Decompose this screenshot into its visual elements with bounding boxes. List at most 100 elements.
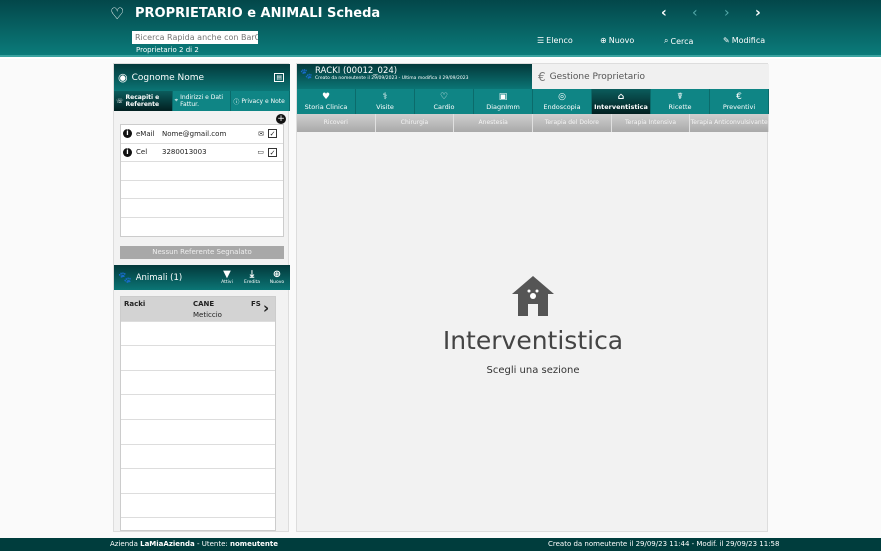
tab-interventistica[interactable]: ⌂ Interventistica [592,89,651,114]
check-icon[interactable]: ✓ [268,147,277,157]
app-header: ♡ PROPRIETARIO e ANIMALI Scheda Propriet… [0,0,881,57]
owner-tabs: ☏ Recapiti e Referente ⌖ Indirizzi e Dati … [114,91,291,111]
owner-name: Cognome Nome [131,72,205,83]
pet-subtitle: Creato da nomeutente il 29/09/2023 - Ult… [315,76,469,81]
subtab-chirurgia[interactable]: Chirurgia [376,114,455,132]
list-icon: ☰ [537,36,545,45]
elenco-button[interactable]: ☰ Elenco [537,36,573,45]
empty-row [121,395,275,420]
modifica-button[interactable]: ✎ Modifica [723,36,765,45]
tab-privacy[interactable]: ⓘ Privacy e Note [231,91,291,111]
last-record-icon[interactable]: › [755,5,761,21]
subtab-terapia-anticonvulsivante[interactable]: Terapia Anticonvulsivante [690,114,770,132]
euro-icon: € [736,92,742,102]
pet-header: 🐾 RACKI (00012_024) Creato da nomeutente… [297,64,532,89]
empty-row [121,494,275,519]
nuovo-button[interactable]: ⊕ Nuovo [600,36,634,45]
home-icon: ⌂ [617,92,625,102]
animal-row[interactable]: Racki CANE FS Meticcio › [121,297,275,322]
record-count: Proprietario 2 di 2 [136,46,199,54]
owner-panel: ◉ Cognome Nome ▤ ☏ Recapiti e Referente ⌖… [113,63,291,532]
tab-endoscopia[interactable]: ◎ Endoscopia [533,89,592,114]
sub-tabs: Ricoveri Chirurgia Anestesia Terapia del… [297,114,770,132]
contacts-list: i eMail Nome@gmail.com ✉ ✓ i Cel 3280013003 ▭ ✓ [120,124,284,237]
info-icon: ⓘ [233,98,240,106]
contact-row[interactable]: i Cel 3280013003 ▭ ✓ [121,144,283,162]
subtab-ricoveri[interactable]: Ricoveri [297,114,376,132]
location-icon: ⌖ [174,97,179,104]
add-contact-icon[interactable]: + [276,114,286,124]
tab-preventivi[interactable]: € Preventivi [710,89,769,114]
empty-row [121,322,275,347]
animals-list: Racki CANE FS Meticcio › [120,296,276,531]
cardio-icon: ♡ [439,92,449,102]
filter-active-button[interactable]: ▼ Attivi [217,269,237,285]
pet-panel: 🐾 RACKI (00012_024) Creato da nomeutente… [296,63,770,532]
subtab-anestesia[interactable]: Anestesia [454,114,534,132]
new-animal-button[interactable]: ⊕ Nuovo [267,269,287,285]
pet-house-icon [512,276,554,316]
inherit-button[interactable]: ⤓ Eredita [242,269,262,285]
tab-storia-clinica[interactable]: ♥ Storia Clinica [297,89,356,114]
empty-row [121,445,275,470]
paw-icon: 🐾 [300,69,313,80]
owner-header: ◉ Cognome Nome ▤ [114,64,290,91]
euro-icon: € [538,69,546,84]
pet-title: RACKI (00012_024) [315,66,398,76]
info-icon: i [123,147,132,157]
page-title: PROPRIETARIO e ANIMALI Scheda [135,6,381,21]
image-icon: ▣ [498,92,508,102]
tab-diagnimm[interactable]: ▣ DiagnImm [474,89,533,114]
empty-row [121,346,275,371]
tab-recapiti[interactable]: ☏ Recapiti e Referente [114,91,173,111]
stethoscope-icon: ⚕ [382,92,388,102]
audit-info: Creato da nomeutente il 29/09/23 11:44 -… [548,540,780,548]
search-icon: ⌕ [664,36,669,45]
empty-row [121,181,283,199]
chevron-right-icon[interactable]: › [263,299,269,317]
contact-row[interactable]: i eMail Nome@gmail.com ✉ ✓ [121,125,283,144]
contact-icon: ☏ [116,97,124,105]
pencil-icon: ✎ [723,36,730,45]
caduceus-icon: ☤ [676,92,684,102]
section-placeholder: Interventistica Scegli una sezione [297,274,769,376]
next-record-icon[interactable]: › [724,5,730,21]
check-icon[interactable]: ✓ [268,129,277,139]
filter-icon: ▼ [223,269,231,280]
plus-circle-icon: ⊕ [272,269,282,280]
empty-row [121,469,275,494]
user-icon: ◉ [118,71,128,84]
pet-tabs: ♥ Storia Clinica ⚕ Visite ♡ Cardio ▣ DiagnIm… [297,89,769,114]
endoscope-icon: ◎ [558,92,566,102]
no-referent-bar[interactable]: Nessun Referente Segnalato [120,246,284,259]
sms-icon[interactable]: ▭ [257,148,264,156]
first-record-icon[interactable]: ‹ [661,5,667,21]
empty-row [121,199,283,218]
empty-row [121,162,283,181]
heart-icon: ♥ [321,92,331,102]
animals-header: 🐾 Animali (1) ▼ Attivi ⤓ Eredita ⊕ Nuovo [114,265,290,290]
tab-ricette[interactable]: ☤ Ricette [651,89,710,114]
prev-record-icon[interactable]: ‹ [692,5,698,21]
session-info: Azienda LaMiaAzienda - Utente: nomeutent… [110,540,279,548]
id-card-icon[interactable]: ▤ [274,73,284,82]
empty-row [121,371,275,396]
tab-indirizzi[interactable]: ⌖ Indirizzi e Dati Fattur. [173,91,232,111]
logo-icon: ♡ [110,4,125,23]
subtab-terapia-intensiva[interactable]: Terapia Intensiva [612,114,691,132]
section-hint: Scegli una sezione [486,365,580,376]
paw-icon: 🐾 [118,271,132,284]
tab-cardio[interactable]: ♡ Cardio [415,89,474,114]
cerca-button[interactable]: ⌕ Cerca [664,36,693,46]
section-title: Interventistica [442,326,624,355]
manage-owner-button[interactable]: € Gestione Proprietario [532,64,769,89]
subtab-terapia-dolore[interactable]: Terapia del Dolore [533,114,612,132]
empty-row [121,420,275,445]
tab-visite[interactable]: ⚕ Visite [356,89,415,114]
mail-icon[interactable]: ✉ [258,130,264,138]
plus-circle-icon: ⊕ [600,36,607,45]
info-icon: i [123,129,132,139]
download-icon: ⤓ [249,269,255,280]
status-bar: Azienda LaMiaAzienda - Utente: nomeutent… [0,538,881,551]
quick-search-input[interactable] [132,31,258,44]
